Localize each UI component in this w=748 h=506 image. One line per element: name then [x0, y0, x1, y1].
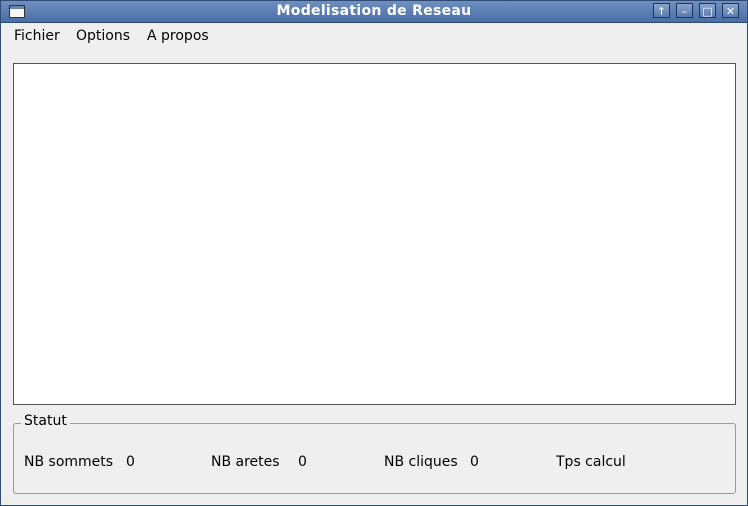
shade-icon[interactable]: ↑: [653, 3, 670, 18]
status-group: [13, 423, 736, 494]
nb-aretes-label: NB aretes: [211, 454, 280, 470]
menu-bar: Fichier Options A propos: [1, 23, 747, 51]
app-window: Modelisation de Reseau ↑ – □ ✕ Fichier O…: [0, 0, 748, 506]
network-canvas[interactable]: [13, 63, 736, 405]
close-icon[interactable]: ✕: [722, 3, 739, 18]
status-group-title: Statut: [21, 413, 70, 429]
maximize-icon[interactable]: □: [699, 3, 716, 18]
nb-sommets-value: 0: [126, 454, 135, 470]
menu-options[interactable]: Options: [76, 28, 130, 44]
nb-aretes-value: 0: [298, 454, 307, 470]
nb-cliques-value: 0: [470, 454, 479, 470]
nb-sommets-label: NB sommets: [24, 454, 114, 470]
nb-cliques-label: NB cliques: [384, 454, 458, 470]
minimize-icon[interactable]: –: [676, 3, 693, 18]
tps-calcul-label: Tps calcul: [556, 454, 626, 470]
menu-a-propos[interactable]: A propos: [147, 28, 209, 44]
menu-fichier[interactable]: Fichier: [14, 28, 60, 44]
window-title: Modelisation de Reseau: [276, 3, 472, 19]
title-bar[interactable]: Modelisation de Reseau ↑ – □ ✕: [1, 1, 747, 23]
